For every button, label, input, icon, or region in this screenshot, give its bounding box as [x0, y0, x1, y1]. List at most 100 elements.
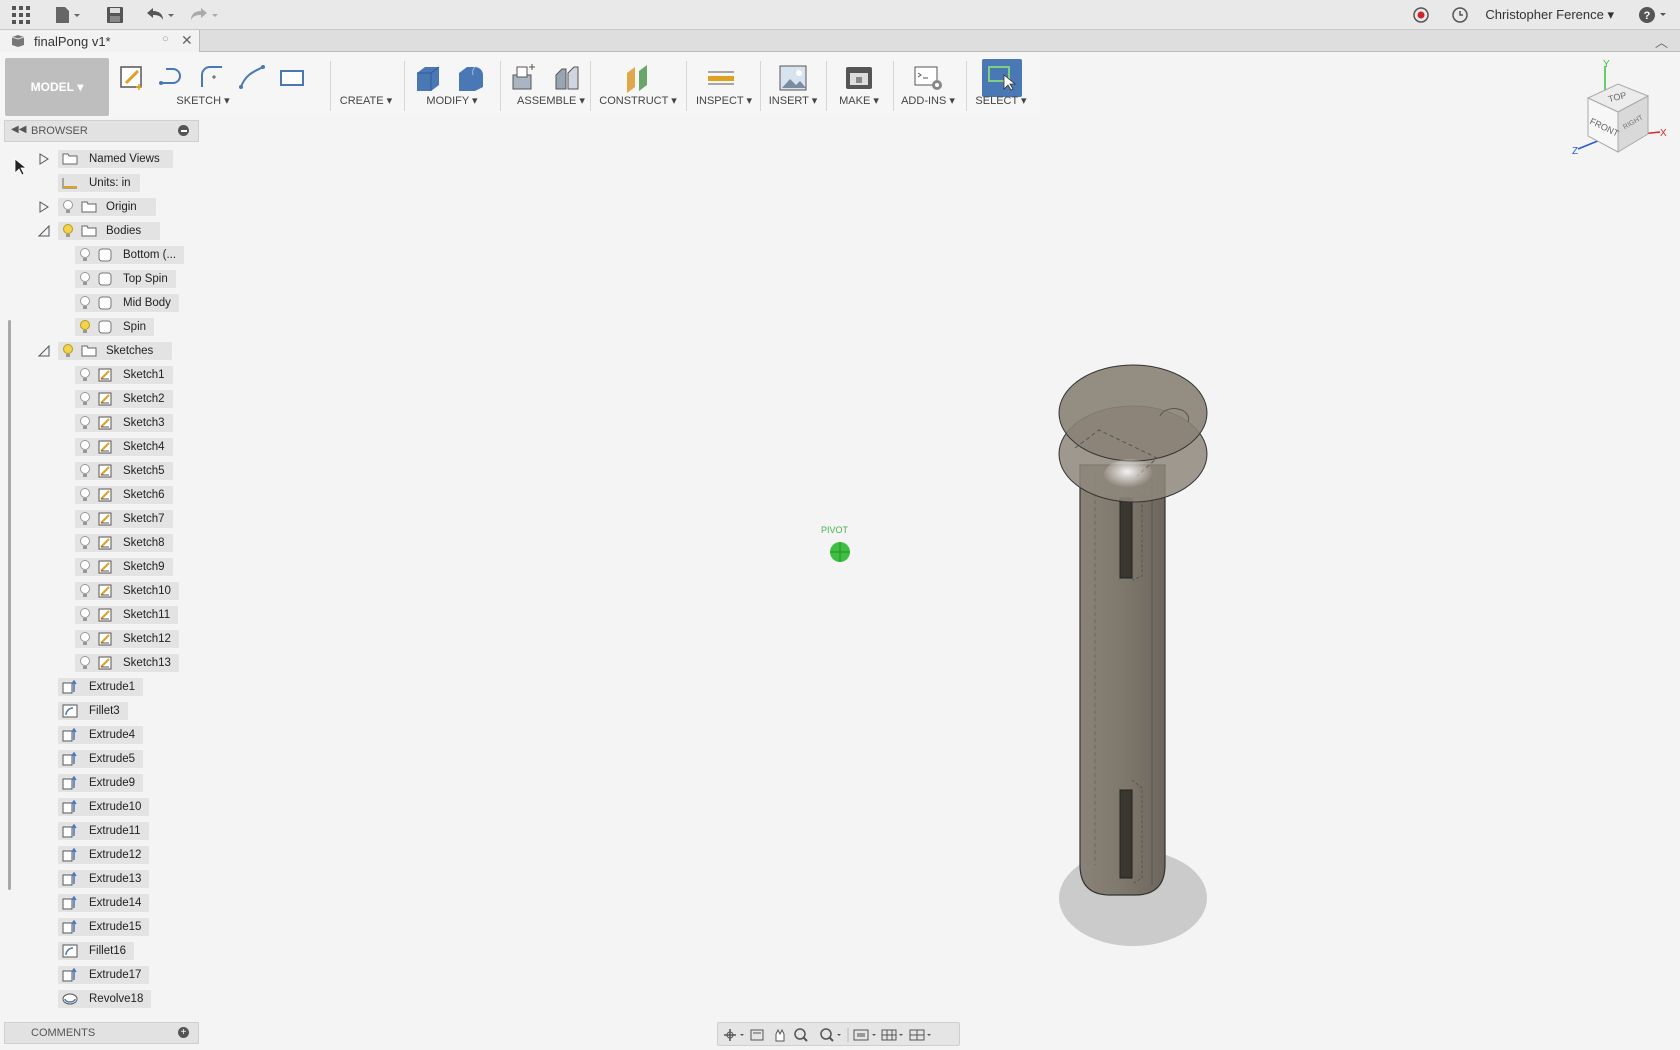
3d-print-icon[interactable]	[844, 63, 872, 91]
bulb-wrap[interactable]	[79, 320, 91, 334]
bulb-wrap[interactable]	[79, 440, 91, 454]
visibility-bulb-icon[interactable]	[79, 536, 91, 550]
3d-model-body[interactable]	[1040, 350, 1230, 950]
press-pull-icon[interactable]	[413, 63, 441, 91]
user-menu[interactable]: Christopher Ference ▾	[1485, 7, 1614, 23]
bulb-wrap[interactable]	[79, 392, 91, 406]
visibility-bulb-icon[interactable]	[79, 296, 91, 310]
redo-icon[interactable]	[188, 4, 220, 26]
fit-icon[interactable]	[820, 1028, 841, 1042]
modify-menu[interactable]: MODIFY ▾	[410, 94, 494, 107]
fillet-icon[interactable]	[455, 63, 483, 91]
timeline-feature[interactable]: Extrude4	[58, 726, 144, 744]
tree-item-sketch[interactable]: Sketch10	[75, 582, 179, 600]
visibility-bulb-on-icon[interactable]	[62, 344, 74, 358]
orbit-icon[interactable]	[724, 1029, 744, 1041]
visibility-bulb-icon[interactable]	[79, 656, 91, 670]
insert-image-icon[interactable]	[778, 63, 807, 91]
visibility-bulb-icon[interactable]	[79, 464, 91, 478]
bulb-wrap[interactable]	[79, 368, 91, 382]
scripts-addins-icon[interactable]	[913, 63, 942, 91]
timeline-feature[interactable]: Revolve18	[58, 990, 152, 1008]
browser-minimize-icon[interactable]	[178, 125, 189, 136]
browser-scrollbar[interactable]	[8, 320, 11, 890]
assemble-menu[interactable]: ASSEMBLE ▾	[505, 94, 597, 107]
timeline-feature[interactable]: Extrude10	[58, 798, 150, 816]
offset-plane-icon[interactable]	[623, 63, 651, 93]
create-sketch-icon[interactable]	[118, 63, 146, 91]
visibility-bulb-icon[interactable]	[79, 632, 91, 646]
tree-item-named-views[interactable]: Named Views	[58, 150, 173, 168]
timeline-feature[interactable]: Extrude14	[58, 894, 150, 912]
collapse-browser-icon[interactable]: ◀◀	[11, 124, 26, 135]
record-icon[interactable]	[1410, 4, 1432, 26]
expand-arrow-icon[interactable]	[38, 201, 50, 213]
arc-tool-icon[interactable]	[198, 63, 226, 91]
make-menu[interactable]: MAKE ▾	[831, 94, 887, 107]
workspace-switcher[interactable]: MODEL ▾	[5, 58, 109, 116]
spline-tool-icon[interactable]	[238, 63, 266, 91]
viewports-icon[interactable]	[909, 1029, 931, 1041]
rectangle-tool-icon[interactable]	[278, 63, 306, 91]
visibility-bulb-icon[interactable]	[79, 272, 91, 286]
tree-item-bodies[interactable]: Bodies	[58, 222, 160, 240]
timeline-feature[interactable]: Extrude13	[58, 870, 150, 888]
visibility-bulb-icon[interactable]	[79, 368, 91, 382]
bulb-wrap[interactable]	[79, 416, 91, 430]
tree-item-sketches[interactable]: Sketches	[58, 342, 172, 360]
bulb-wrap[interactable]	[79, 272, 91, 286]
create-menu[interactable]: CREATE ▾	[336, 94, 396, 107]
bulb-wrap[interactable]	[79, 656, 91, 670]
insert-menu[interactable]: INSERT ▾	[765, 94, 821, 107]
visibility-bulb-icon[interactable]	[79, 440, 91, 454]
new-component-icon[interactable]	[509, 63, 537, 91]
add-comment-icon[interactable]: +	[178, 1027, 189, 1038]
view-cube[interactable]: TOP FRONT RIGHT Y X Z	[1560, 58, 1670, 168]
tree-item-sketch[interactable]: Sketch5	[75, 462, 173, 480]
display-settings-icon[interactable]	[853, 1029, 876, 1041]
bulb-wrap[interactable]	[79, 488, 91, 502]
tree-item-body[interactable]: Top Spin	[75, 270, 176, 288]
grid-snaps-icon[interactable]	[881, 1029, 903, 1041]
tree-item-sketch[interactable]: Sketch8	[75, 534, 173, 552]
visibility-bulb-icon[interactable]	[62, 200, 74, 214]
collapse-arrow-icon[interactable]	[38, 345, 50, 357]
bulb-wrap[interactable]	[79, 632, 91, 646]
comments-panel-header[interactable]: COMMENTS +	[4, 1022, 199, 1044]
pivot-point-icon[interactable]	[828, 540, 852, 564]
file-menu-icon[interactable]	[54, 4, 82, 26]
timeline-feature[interactable]: Extrude9	[58, 774, 144, 792]
visibility-bulb-icon[interactable]	[79, 392, 91, 406]
visibility-bulb-icon[interactable]	[79, 512, 91, 526]
expand-arrow-icon[interactable]	[38, 153, 50, 165]
add-ins-menu[interactable]: ADD-INS ▾	[896, 94, 960, 107]
tree-item-sketch[interactable]: Sketch4	[75, 438, 173, 456]
tree-item-body[interactable]: Spin	[75, 318, 155, 336]
visibility-bulb-on-icon[interactable]	[79, 320, 91, 334]
bulb-wrap[interactable]	[79, 296, 91, 310]
timeline-feature[interactable]: Extrude11	[58, 822, 149, 840]
tree-item-sketch[interactable]: Sketch11	[75, 606, 179, 624]
collapse-arrow-icon[interactable]	[38, 225, 50, 237]
top-cap-disc[interactable]	[1058, 364, 1208, 462]
timeline-feature[interactable]: Extrude15	[58, 918, 150, 936]
bulb-wrap[interactable]	[79, 608, 91, 622]
bulb-wrap[interactable]	[79, 536, 91, 550]
tree-item-sketch[interactable]: Sketch9	[75, 558, 173, 576]
tree-item-sketch[interactable]: Sketch6	[75, 486, 173, 504]
visibility-bulb-icon[interactable]	[79, 416, 91, 430]
bulb-wrap[interactable]	[79, 248, 91, 262]
bulb-wrap[interactable]	[79, 584, 91, 598]
tree-item-sketch[interactable]: Sketch12	[75, 630, 179, 648]
pan-icon[interactable]	[775, 1028, 785, 1042]
inspect-menu[interactable]: INSPECT ▾	[692, 94, 756, 107]
joint-icon[interactable]	[552, 63, 580, 91]
bulb-wrap[interactable]	[79, 512, 91, 526]
3d-viewport[interactable]	[200, 117, 1680, 1017]
close-tab-icon[interactable]: ✕	[181, 32, 193, 49]
look-at-icon[interactable]	[750, 1029, 764, 1041]
timeline-feature[interactable]: Fillet16	[58, 942, 135, 960]
help-icon[interactable]: ?	[1636, 4, 1670, 26]
timeline-feature[interactable]: Extrude17	[58, 966, 150, 984]
save-icon[interactable]	[104, 4, 126, 26]
